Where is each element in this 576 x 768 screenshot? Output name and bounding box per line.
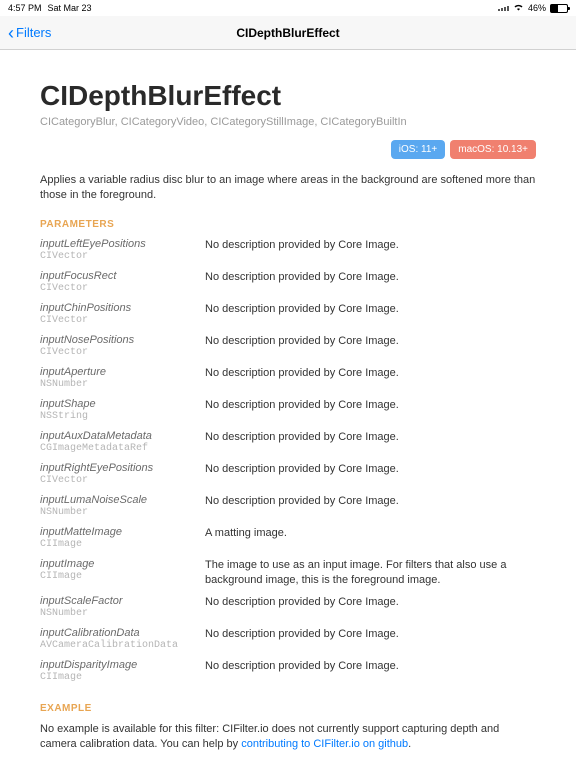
param-row: inputCalibrationDataAVCameraCalibrationD… <box>40 627 185 651</box>
param-description: No description provided by Core Image. <box>205 430 536 445</box>
macos-badge: macOS: 10.13+ <box>450 140 536 159</box>
category-list: CICategoryBlur, CICategoryVideo, CICateg… <box>40 116 536 128</box>
wifi-icon <box>513 3 524 13</box>
param-description: No description provided by Core Image. <box>205 462 536 477</box>
param-type: CIImage <box>40 672 185 683</box>
param-type: CIImage <box>40 539 185 550</box>
ios-badge: iOS: 11+ <box>391 140 445 159</box>
param-type: CIVector <box>40 283 185 294</box>
param-row: inputLeftEyePositionsCIVector <box>40 238 185 262</box>
param-description: No description provided by Core Image. <box>205 366 536 381</box>
param-type: CIVector <box>40 251 185 262</box>
example-suffix: . <box>408 738 411 750</box>
param-name: inputAperture <box>40 366 185 378</box>
param-description: No description provided by Core Image. <box>205 238 536 253</box>
param-name: inputLumaNoiseScale <box>40 494 185 506</box>
back-button[interactable]: ‹ Filters <box>8 24 51 42</box>
param-name: inputNosePositions <box>40 334 185 346</box>
battery-percent: 46% <box>528 3 546 13</box>
param-row: inputApertureNSNumber <box>40 366 185 390</box>
param-name: inputDisparityImage <box>40 659 185 671</box>
back-label: Filters <box>16 25 51 40</box>
param-row: inputFocusRectCIVector <box>40 270 185 294</box>
param-row: inputNosePositionsCIVector <box>40 334 185 358</box>
param-type: CIVector <box>40 475 185 486</box>
param-type: NSNumber <box>40 507 185 518</box>
param-description: No description provided by Core Image. <box>205 398 536 413</box>
status-time: 4:57 PM <box>8 3 42 13</box>
param-row: inputImageCIImage <box>40 558 185 588</box>
param-type: CIVector <box>40 315 185 326</box>
battery-icon <box>550 4 568 13</box>
param-type: NSNumber <box>40 608 185 619</box>
example-text: No example is available for this filter:… <box>40 722 536 752</box>
param-type: CGImageMetadataRef <box>40 443 185 454</box>
param-type: CIImage <box>40 571 185 582</box>
status-bar: 4:57 PM Sat Mar 23 46% <box>0 0 576 16</box>
param-type: CIVector <box>40 347 185 358</box>
param-description: No description provided by Core Image. <box>205 302 536 317</box>
param-row: inputAuxDataMetadataCGImageMetadataRef <box>40 430 185 454</box>
filter-description: Applies a variable radius disc blur to a… <box>40 173 536 203</box>
example-header: EXAMPLE <box>40 703 536 714</box>
param-description: The image to use as an input image. For … <box>205 558 536 588</box>
github-link[interactable]: contributing to CIFilter.io on github <box>241 738 408 750</box>
param-row: inputChinPositionsCIVector <box>40 302 185 326</box>
badges-row: iOS: 11+ macOS: 10.13+ <box>40 140 536 159</box>
param-description: No description provided by Core Image. <box>205 627 536 642</box>
param-row: inputDisparityImageCIImage <box>40 659 185 683</box>
param-row: inputShapeNSString <box>40 398 185 422</box>
param-name: inputScaleFactor <box>40 595 185 607</box>
param-name: inputCalibrationData <box>40 627 185 639</box>
param-name: inputRightEyePositions <box>40 462 185 474</box>
param-type: NSString <box>40 411 185 422</box>
param-description: No description provided by Core Image. <box>205 595 536 610</box>
param-row: inputScaleFactorNSNumber <box>40 595 185 619</box>
chevron-left-icon: ‹ <box>8 24 14 42</box>
param-name: inputImage <box>40 558 185 570</box>
param-name: inputLeftEyePositions <box>40 238 185 250</box>
signal-icon <box>498 6 509 11</box>
param-name: inputFocusRect <box>40 270 185 282</box>
param-description: No description provided by Core Image. <box>205 334 536 349</box>
nav-title: CIDepthBlurEffect <box>0 26 576 40</box>
param-description: A matting image. <box>205 526 536 541</box>
param-name: inputChinPositions <box>40 302 185 314</box>
param-row: inputLumaNoiseScaleNSNumber <box>40 494 185 518</box>
param-row: inputMatteImageCIImage <box>40 526 185 550</box>
param-description: No description provided by Core Image. <box>205 659 536 674</box>
param-name: inputMatteImage <box>40 526 185 538</box>
param-type: NSNumber <box>40 379 185 390</box>
parameters-header: PARAMETERS <box>40 219 536 230</box>
nav-bar: ‹ Filters CIDepthBlurEffect <box>0 16 576 50</box>
parameters-table: inputLeftEyePositionsCIVectorNo descript… <box>40 238 536 684</box>
param-name: inputShape <box>40 398 185 410</box>
param-description: No description provided by Core Image. <box>205 494 536 509</box>
page-title: CIDepthBlurEffect <box>40 80 536 112</box>
param-description: No description provided by Core Image. <box>205 270 536 285</box>
param-row: inputRightEyePositionsCIVector <box>40 462 185 486</box>
status-date: Sat Mar 23 <box>48 3 92 13</box>
param-name: inputAuxDataMetadata <box>40 430 185 442</box>
content-scroll[interactable]: CIDepthBlurEffect CICategoryBlur, CICate… <box>0 50 576 768</box>
param-type: AVCameraCalibrationData <box>40 640 185 651</box>
